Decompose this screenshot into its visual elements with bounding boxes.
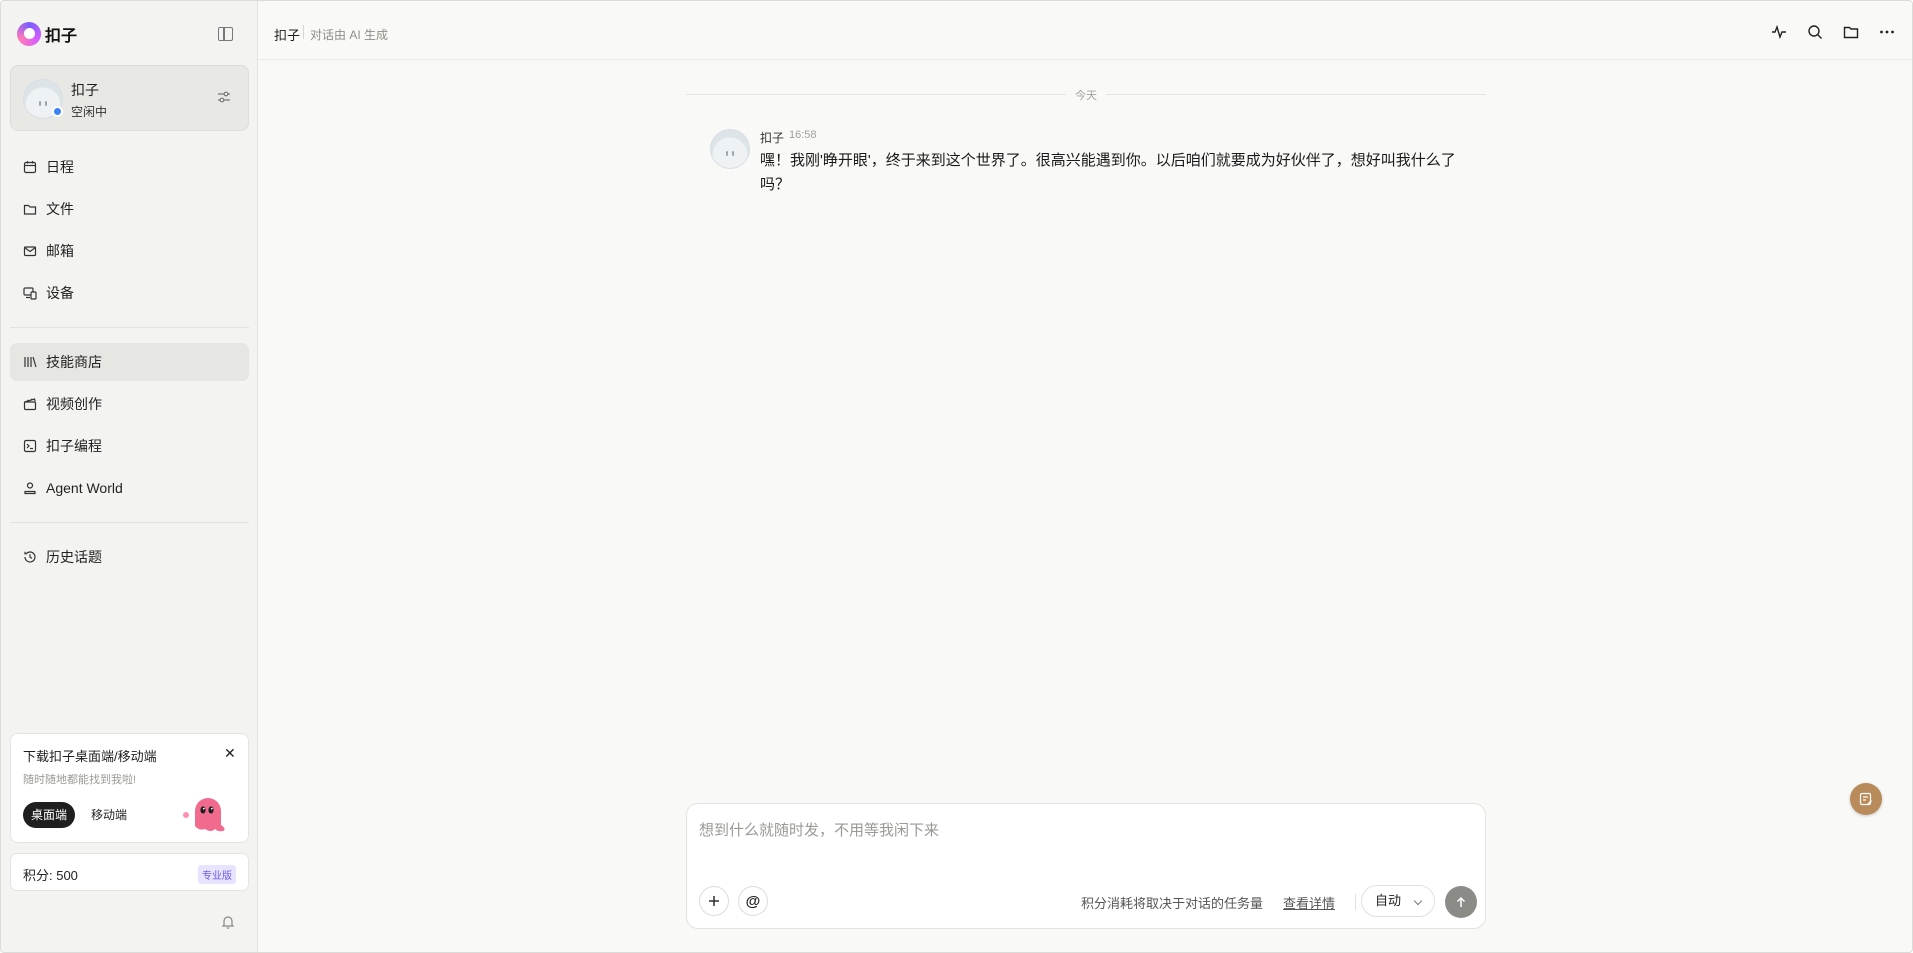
view-details-link[interactable]: 查看详情 [1283, 893, 1335, 912]
user-icon [24, 482, 36, 495]
sidebar-item-files[interactable]: 文件 [10, 190, 249, 228]
add-attachment-button[interactable] [699, 886, 729, 916]
sidebar-item-label: 技能商店 [46, 354, 102, 370]
sidebar-item-schedule[interactable]: 日程 [10, 148, 249, 186]
download-promo-card: 下载扣子桌面端/移动端 ✕ 随时随地都能找到我啦! 桌面端 移动端 [10, 733, 249, 843]
sidebar-item-video-creation[interactable]: 视频创作 [10, 385, 249, 423]
composer: @ 积分消耗将取决于对话的任务量 查看详情 自动 [686, 803, 1486, 929]
promo-title: 下载扣子桌面端/移动端 [23, 749, 157, 764]
sidebar-item-coze-coding[interactable]: 扣子编程 [10, 427, 249, 465]
mobile-download-button[interactable]: 移动端 [83, 802, 135, 828]
terminal-icon [23, 439, 37, 453]
promo-subtitle: 随时随地都能找到我啦! [23, 774, 137, 786]
app-window: 扣子 扣子 空闲中 日程 文件 邮箱 设备 技能商店 视频创作 扣子编程 Age… [0, 0, 1913, 953]
sidebar-item-history[interactable]: 历史话题 [10, 538, 249, 576]
mode-value: 自动 [1375, 893, 1402, 908]
online-status-dot [52, 106, 63, 117]
sidebar-divider [10, 522, 249, 523]
message-sender: 扣子 [760, 131, 785, 145]
at-sign-icon: @ [745, 892, 761, 910]
collapse-sidebar-icon[interactable] [218, 27, 233, 41]
notes-float-button[interactable] [1850, 783, 1882, 815]
brand-logo-icon [17, 22, 41, 46]
mascot-ghost-icon [183, 798, 225, 832]
composer-separator [1355, 894, 1356, 910]
folder-icon[interactable] [1843, 24, 1859, 40]
brand-name: 扣子 [45, 28, 78, 45]
desktop-download-button[interactable]: 桌面端 [23, 802, 76, 828]
sidebar-item-label: Agent World [46, 480, 123, 496]
send-button[interactable] [1445, 886, 1477, 918]
points-hint: 积分消耗将取决于对话的任务量 [1081, 896, 1264, 911]
more-icon[interactable] [1879, 24, 1895, 40]
calendar-icon [23, 161, 37, 174]
sidebar-item-devices[interactable]: 设备 [10, 274, 249, 312]
sidebar-item-label: 视频创作 [46, 396, 102, 412]
chevron-down-icon [1413, 896, 1423, 906]
close-icon[interactable]: ✕ [224, 745, 236, 762]
profile-name: 扣子 [71, 82, 99, 98]
sidebar: 扣子 扣子 空闲中 日程 文件 邮箱 设备 技能商店 视频创作 扣子编程 Age… [1, 1, 258, 952]
message-time: 16:58 [789, 129, 817, 141]
mail-icon [23, 246, 37, 257]
title-separator [303, 25, 304, 39]
message-input[interactable] [699, 818, 1469, 842]
activity-icon[interactable] [1771, 24, 1787, 40]
folder-icon [23, 204, 37, 215]
settings-sliders-icon[interactable] [217, 90, 231, 104]
profile-status: 空闲中 [71, 105, 108, 119]
plus-icon [709, 896, 719, 906]
message-text: 嘿！我刚'睁开眼'，终于来到这个世界了。很高兴能遇到你。以后咱们就要成为好伙伴了… [760, 152, 1456, 193]
sidebar-item-label: 设备 [46, 285, 74, 301]
ai-disclaimer: 对话由 AI 生成 [310, 28, 389, 42]
clapper-icon [23, 398, 37, 411]
sidebar-item-label: 历史话题 [46, 549, 102, 565]
nav-history: 历史话题 [10, 538, 249, 580]
bell-icon[interactable] [221, 915, 235, 929]
mention-button[interactable]: @ [738, 886, 768, 916]
points-value: 积分: 500 [23, 868, 78, 883]
date-divider: 今天 [686, 87, 1486, 102]
brand[interactable]: 扣子 [17, 22, 77, 46]
sidebar-item-mail[interactable]: 邮箱 [10, 232, 249, 270]
topbar: 扣子 对话由 AI 生成 [258, 1, 1912, 60]
device-icon [23, 287, 37, 300]
history-icon [24, 551, 36, 563]
avatar[interactable] [710, 129, 750, 169]
sidebar-item-skill-store[interactable]: 技能商店 [10, 343, 249, 381]
note-edit-icon [1859, 792, 1872, 806]
profile-card[interactable]: 扣子 空闲中 [10, 65, 249, 131]
sidebar-item-label: 邮箱 [46, 243, 74, 259]
plan-badge: 专业版 [198, 865, 236, 884]
date-label: 今天 [1075, 90, 1097, 102]
conversation-title: 扣子 [274, 28, 301, 43]
mode-select[interactable]: 自动 [1361, 885, 1435, 917]
sidebar-item-label: 文件 [46, 201, 74, 217]
nav-primary: 日程 文件 邮箱 设备 [10, 148, 249, 316]
sidebar-item-label: 日程 [46, 159, 74, 175]
nav-secondary: 技能商店 视频创作 扣子编程 Agent World [10, 343, 249, 511]
sidebar-divider [10, 327, 249, 328]
sidebar-item-agent-world[interactable]: Agent World [10, 469, 249, 507]
library-icon [24, 356, 37, 368]
arrow-up-icon [1456, 896, 1466, 907]
sidebar-item-label: 扣子编程 [46, 438, 102, 454]
points-panel[interactable]: 积分: 500 专业版 [10, 853, 249, 891]
search-icon[interactable] [1807, 24, 1823, 40]
chat-main: 扣子 对话由 AI 生成 今天 扣子 16:58 嘿！我刚'睁开眼'，终于来到这… [258, 1, 1912, 952]
